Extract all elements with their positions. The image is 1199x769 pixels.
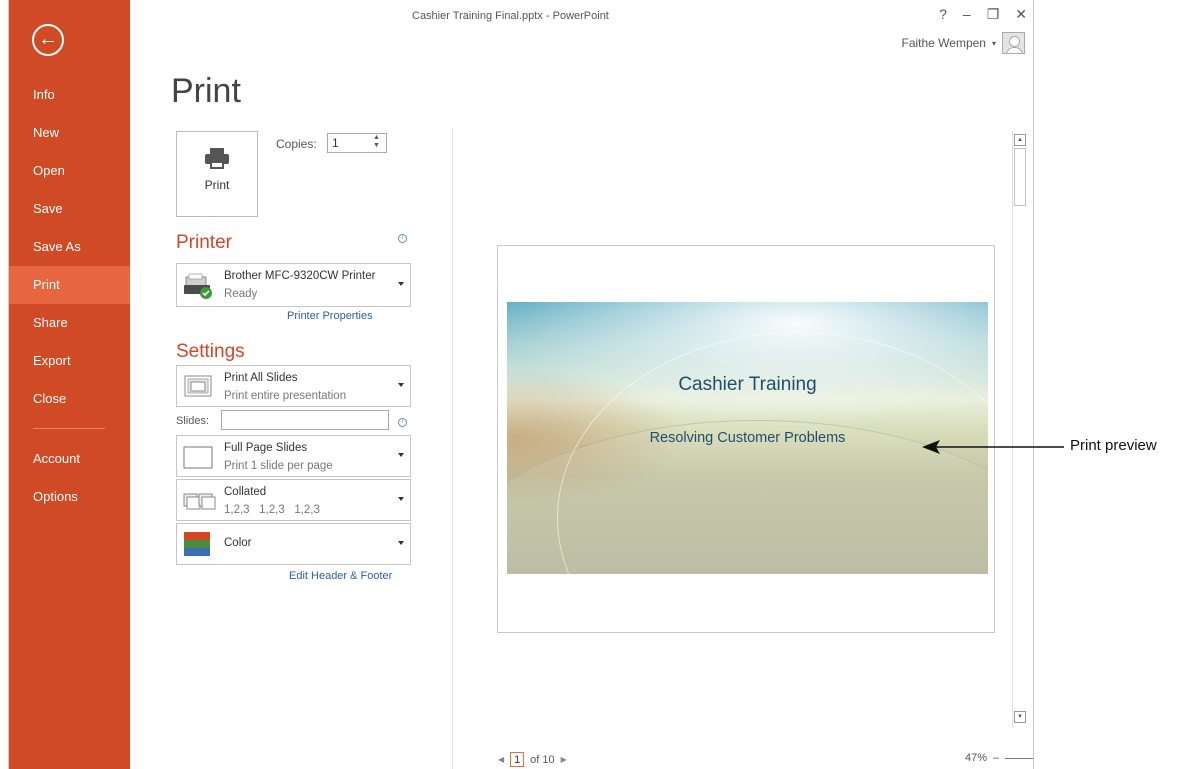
account-dropdown-icon[interactable]: ▾ <box>992 39 996 48</box>
copies-label: Copies: <box>276 137 317 151</box>
color-title: Color <box>224 537 252 549</box>
print-preview-page: Cashier Training Resolving Customer Prob… <box>497 245 995 633</box>
copies-spinner-icon[interactable]: ▲ ▼ <box>373 134 380 150</box>
avatar[interactable] <box>1002 32 1025 54</box>
next-page-icon[interactable]: ▶ <box>561 755 567 764</box>
full-page-slide-icon <box>182 445 216 476</box>
sidebar-item-options[interactable]: Options <box>9 478 130 516</box>
zoom-control: 47% – + <box>965 752 1033 764</box>
color-dropdown[interactable]: Color <box>176 523 411 565</box>
printer-status: Ready <box>224 288 258 300</box>
sidebar-item-open[interactable]: Open <box>9 152 130 190</box>
slide-thumbnail: Cashier Training Resolving Customer Prob… <box>507 302 988 574</box>
preview-scrollbar[interactable]: ▲ ▼ <box>1012 131 1028 728</box>
restore-icon[interactable]: ❐ <box>987 6 1000 23</box>
print-range-title: Print All Slides <box>224 372 298 384</box>
sidebar-item-info[interactable]: Info <box>9 76 130 114</box>
layout-dropdown[interactable]: Full Page Slides Print 1 slide per page <box>176 435 411 477</box>
printer-ready-icon <box>182 272 216 305</box>
print-button[interactable]: Print <box>176 131 258 217</box>
printer-section-heading: Printer <box>176 232 232 253</box>
slides-input[interactable] <box>221 410 389 430</box>
sidebar-item-account[interactable]: Account <box>9 440 130 478</box>
user-account[interactable]: Faithe Wempen ▾ <box>901 32 1025 54</box>
zoom-slider[interactable] <box>1005 757 1033 759</box>
color-swatch-icon <box>182 530 212 563</box>
printer-name: Brother MFC-9320CW Printer <box>224 270 376 282</box>
scroll-down-icon[interactable]: ▼ <box>1014 711 1026 723</box>
previous-page-icon[interactable]: ◀ <box>498 755 504 764</box>
slides-label: Slides: <box>176 415 210 427</box>
layout-title: Full Page Slides <box>224 442 308 454</box>
layout-subtitle: Print 1 slide per page <box>224 460 333 472</box>
printer-info-icon[interactable]: i <box>398 234 407 243</box>
sidebar-item-close[interactable]: Close <box>9 380 130 418</box>
sidebar-item-share[interactable]: Share <box>9 304 130 342</box>
callout-label: Print preview <box>1070 437 1157 454</box>
zoom-out-icon[interactable]: – <box>993 752 999 764</box>
sidebar-item-print[interactable]: Print <box>9 266 130 304</box>
collation-subtitle: 1,2,3 1,2,3 1,2,3 <box>224 504 320 516</box>
print-range-subtitle: Print entire presentation <box>224 390 347 402</box>
window-controls: ? – ❐ ✕ <box>939 6 1027 23</box>
slides-stack-icon <box>182 373 216 406</box>
back-arrow-icon[interactable]: ← <box>32 24 64 56</box>
collation-title: Collated <box>224 486 267 498</box>
print-button-label: Print <box>204 178 230 192</box>
page-number-input[interactable] <box>510 752 525 767</box>
minimize-icon[interactable]: – <box>963 6 971 23</box>
edit-header-footer-link[interactable]: Edit Header & Footer <box>289 570 392 582</box>
settings-section-heading: Settings <box>176 341 245 362</box>
user-name[interactable]: Faithe Wempen <box>901 36 986 50</box>
chevron-down-icon <box>398 383 404 387</box>
sidebar-item-export[interactable]: Export <box>9 342 130 380</box>
collated-icon <box>182 490 216 517</box>
close-icon[interactable]: ✕ <box>1015 6 1027 23</box>
chevron-down-icon <box>398 497 404 501</box>
sidebar-divider <box>33 428 105 429</box>
printer-icon <box>205 148 229 170</box>
chevron-down-icon <box>398 282 404 286</box>
chevron-down-icon <box>398 541 404 545</box>
printer-properties-link[interactable]: Printer Properties <box>287 310 373 322</box>
sidebar-item-save[interactable]: Save <box>9 190 130 228</box>
scroll-up-icon[interactable]: ▲ <box>1014 134 1026 146</box>
scrollbar-thumb[interactable] <box>1014 148 1026 206</box>
backstage-sidebar: ← Info New Open Save Save As Print Share… <box>9 0 130 769</box>
zoom-level[interactable]: 47% <box>965 752 987 764</box>
sidebar-item-new[interactable]: New <box>9 114 130 152</box>
window-title: Cashier Training Final.pptx - PowerPoint <box>412 10 609 22</box>
slide-subtitle: Resolving Customer Problems <box>649 430 846 446</box>
sidebar-item-save-as[interactable]: Save As <box>9 228 130 266</box>
powerpoint-window: ← Info New Open Save Save As Print Share… <box>8 0 1034 769</box>
page-title: Print <box>171 72 241 110</box>
help-icon[interactable]: ? <box>939 6 947 23</box>
slide-title: Cashier Training <box>678 374 817 395</box>
chevron-down-icon <box>398 453 404 457</box>
print-range-dropdown[interactable]: Print All Slides Print entire presentati… <box>176 365 411 407</box>
page-count: of 10 <box>530 753 555 766</box>
slides-info-icon[interactable]: i <box>398 418 407 427</box>
pane-divider <box>452 128 453 769</box>
printer-dropdown[interactable]: Brother MFC-9320CW Printer Ready <box>176 263 411 307</box>
collation-dropdown[interactable]: Collated 1,2,3 1,2,3 1,2,3 <box>176 479 411 521</box>
page-navigator: ◀ of 10 ▶ <box>498 752 567 767</box>
